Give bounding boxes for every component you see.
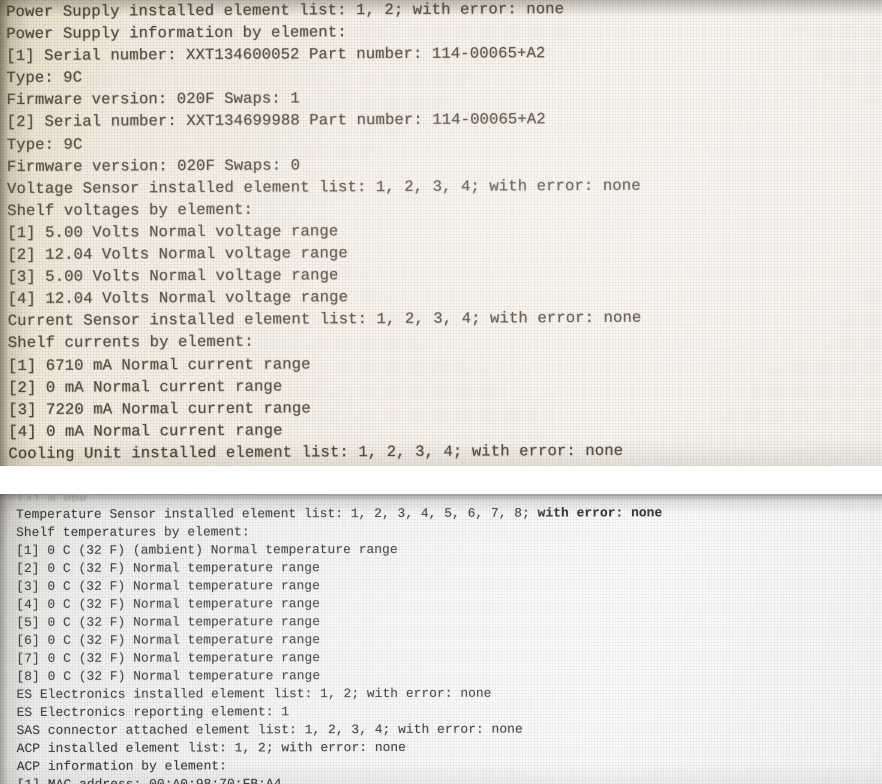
console-line: Type: 9C bbox=[6, 68, 83, 88]
console-line: [6] 0 C (32 F) Normal temperature range bbox=[16, 632, 321, 648]
console-line: [1] Serial number: XXT134600052 Part num… bbox=[6, 44, 546, 66]
console-line: [2] Serial number: XXT134699988 Part num… bbox=[6, 110, 546, 132]
console-line: ACP installed element list: 1, 2; with e… bbox=[16, 739, 406, 756]
console-line: [4] 0 C (32 F) Normal temperature range bbox=[16, 596, 320, 612]
console-panel-power-cooling: Power Supply installed element list: 1, … bbox=[0, 0, 882, 466]
console-line: Power Supply installed element list: 1, … bbox=[6, 0, 565, 21]
console-line-temperature-header: Temperature Sensor installed element lis… bbox=[16, 504, 662, 524]
panel-separator-gap bbox=[0, 466, 882, 494]
screen-photograph: Power Supply installed element list: 1, … bbox=[0, 0, 882, 784]
console-line: Voltage Sensor installed element list: 1… bbox=[6, 176, 641, 198]
console-line: [1] MAC address: 00:A0:98:70:FB:A4 bbox=[17, 774, 663, 784]
clipped-scroll-remnant-line: [4] 0 RPM bbox=[17, 494, 87, 501]
console-line: Firmware version: 020F Swaps: 0 bbox=[6, 156, 301, 176]
temperature-header-error-status: with error: none bbox=[537, 505, 663, 521]
console-line: [7] 0 C (32 F) Normal temperature range bbox=[16, 650, 321, 666]
console-text-block-top: Power Supply installed element list: 1, … bbox=[6, 0, 643, 466]
console-line: [2] 0 C (32 F) Normal temperature range bbox=[16, 560, 320, 576]
console-line: [8] 0 C (32 F) Normal temperature range bbox=[16, 668, 321, 684]
temperature-header-prefix: Temperature Sensor installed element lis… bbox=[16, 505, 538, 522]
console-line: Firmware version: 020F Swaps: 1 bbox=[6, 89, 300, 110]
console-line: Type: 9C bbox=[6, 135, 83, 154]
console-line: Current Sensor installed element list: 1… bbox=[7, 308, 642, 331]
console-line: ES Electronics installed element list: 1… bbox=[16, 685, 492, 702]
console-line: [1] 0 C (32 F) (ambient) Normal temperat… bbox=[16, 541, 398, 558]
console-line: ACP information by element: bbox=[16, 758, 227, 774]
console-line: SAS connector attached element list: 1, … bbox=[16, 721, 523, 738]
console-line: [3] 0 C (32 F) Normal temperature range bbox=[16, 578, 320, 594]
console-line: ES Electronics reporting element: 1 bbox=[16, 704, 290, 720]
console-line: Cooling Unit installed element list: 1, … bbox=[8, 441, 624, 463]
console-text-block-bottom: Temperature Sensor installed element lis… bbox=[16, 504, 663, 784]
console-line: [5] 0 C (32 F) Normal temperature range bbox=[16, 614, 320, 630]
console-panel-temperature-sas-acp: [4] 0 RPM Temperature Sensor installed e… bbox=[0, 494, 882, 784]
console-line: Shelf temperatures by element: bbox=[16, 524, 250, 540]
